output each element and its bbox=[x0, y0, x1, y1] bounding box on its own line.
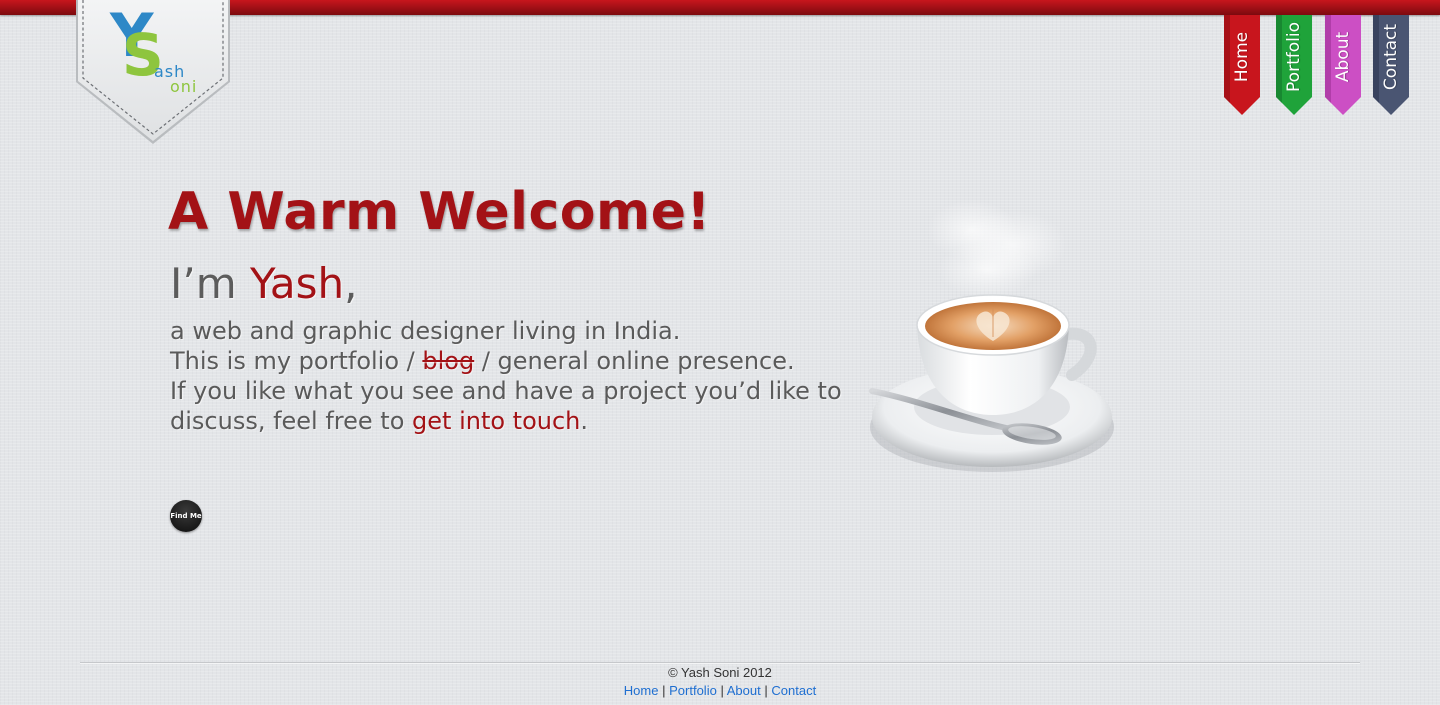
footer-divider bbox=[80, 662, 1360, 664]
nav-ribbon-label: About bbox=[1333, 31, 1353, 83]
nav-ribbon-label: Home bbox=[1232, 31, 1252, 83]
nav-ribbon-about[interactable]: About bbox=[1325, 15, 1361, 115]
nav-ribbon-contact[interactable]: Contact bbox=[1373, 15, 1409, 115]
footer-link-home[interactable]: Home bbox=[624, 683, 659, 698]
intro-prefix: I’m bbox=[170, 259, 251, 308]
coffee-cup-illustration bbox=[862, 195, 1122, 485]
footer-nav: Home | Portfolio | About | Contact bbox=[0, 683, 1440, 698]
logo[interactable]: Y S ash oni bbox=[76, 0, 230, 145]
footer-copyright: © Yash Soni 2012 bbox=[668, 665, 772, 680]
nav-ribbon-label: Contact bbox=[1381, 23, 1401, 91]
bio-text: a web and graphic designer living in Ind… bbox=[170, 316, 850, 436]
intro-line: I’m Yash, bbox=[170, 259, 358, 308]
welcome-heading: A Warm Welcome! bbox=[168, 182, 711, 242]
intro-suffix: , bbox=[344, 259, 358, 308]
logo-last-name: oni bbox=[170, 77, 198, 96]
footer-separator: | bbox=[720, 683, 724, 698]
bio-portfolio-text: This is my portfolio / bbox=[170, 347, 423, 375]
bio-line-3: If you like what you see and have a proj… bbox=[170, 376, 850, 436]
bio-period: . bbox=[580, 407, 589, 435]
footer-separator: | bbox=[764, 683, 768, 698]
footer-link-portfolio[interactable]: Portfolio bbox=[669, 683, 717, 698]
intro-name: Yash bbox=[250, 259, 345, 308]
footer-link-about[interactable]: About bbox=[727, 683, 761, 698]
find-me-button[interactable]: Find Me bbox=[170, 500, 202, 532]
footer-separator: | bbox=[662, 683, 666, 698]
nav-ribbon-portfolio[interactable]: Portfolio bbox=[1276, 15, 1312, 115]
bio-line-1: a web and graphic designer living in Ind… bbox=[170, 317, 681, 345]
nav-ribbon-home[interactable]: Home bbox=[1224, 15, 1260, 115]
footer-link-contact[interactable]: Contact bbox=[771, 683, 816, 698]
bio-line-2: This is my portfolio / blog / general on… bbox=[170, 346, 850, 376]
nav-ribbon-label: Portfolio bbox=[1284, 22, 1304, 92]
bio-presence-text: / general online presence. bbox=[474, 347, 795, 375]
coffee-cup-icon bbox=[869, 200, 1114, 472]
bio-blog-strikethrough: blog bbox=[422, 347, 475, 375]
get-into-touch-link[interactable]: get into touch bbox=[412, 407, 580, 435]
